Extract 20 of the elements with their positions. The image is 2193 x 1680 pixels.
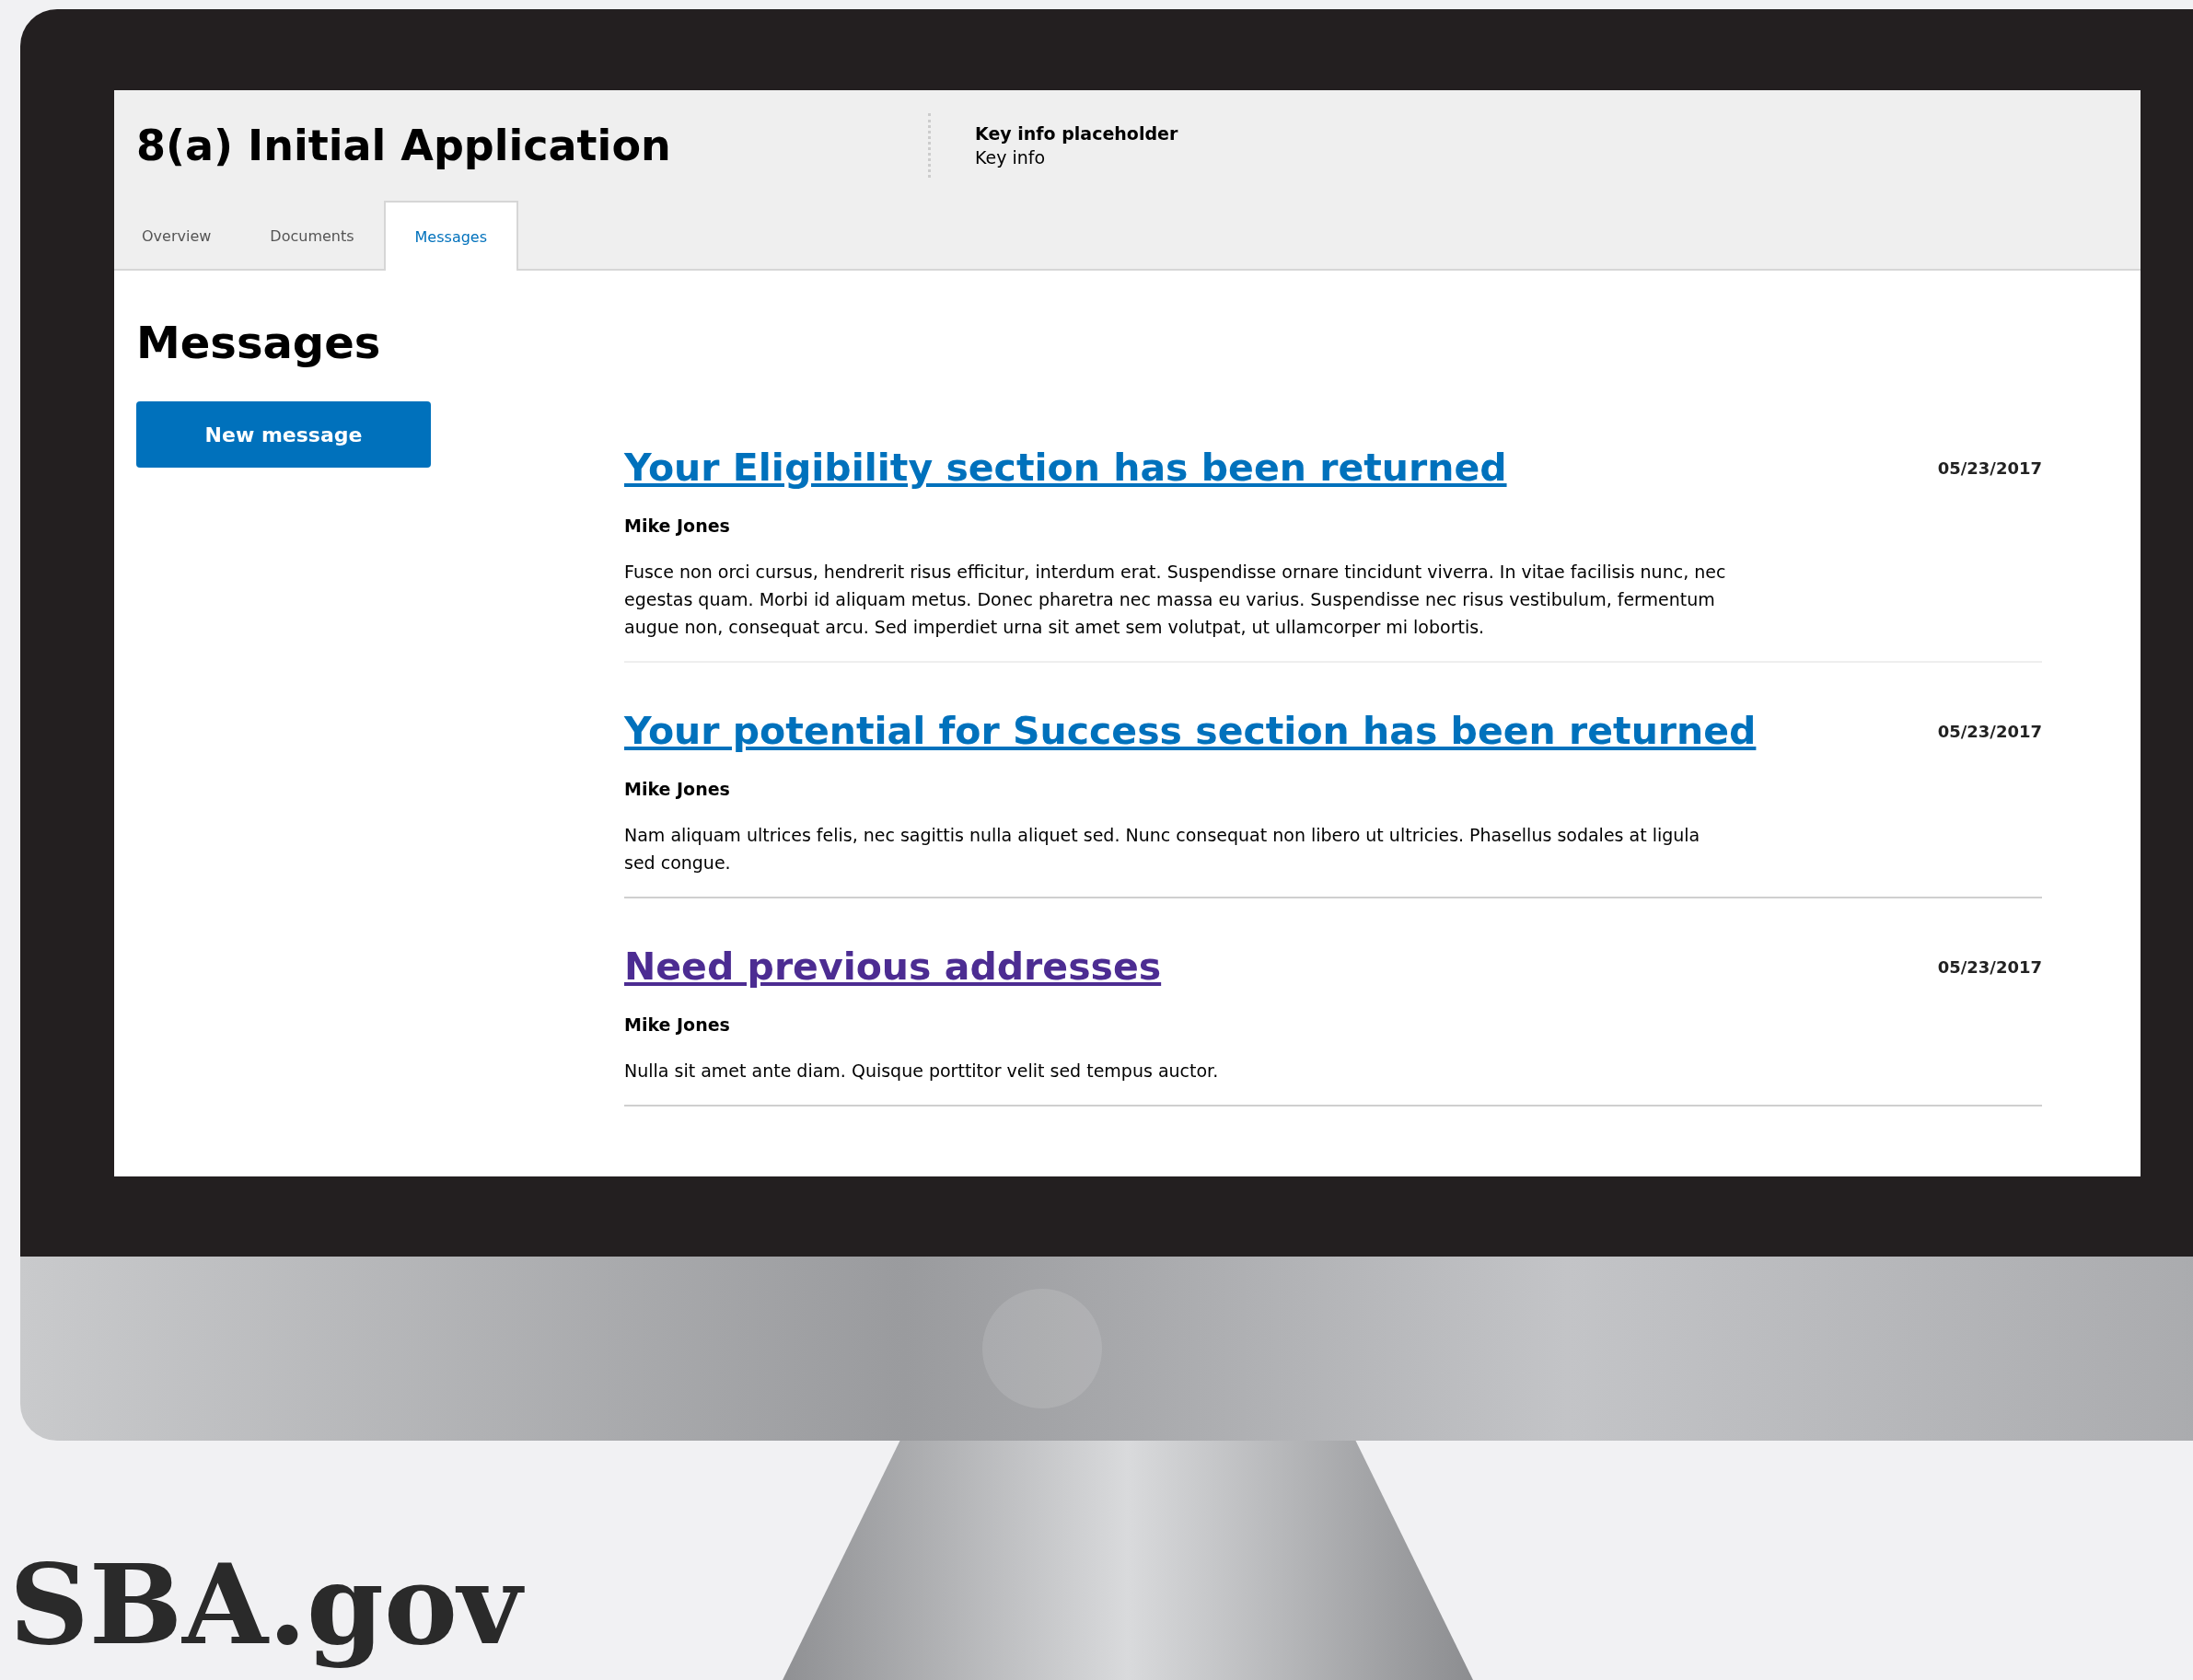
message-author: Mike Jones bbox=[624, 1014, 731, 1035]
message-author: Mike Jones bbox=[624, 516, 731, 536]
tab[interactable]: Messages bbox=[383, 201, 519, 271]
app-title: 8(a) Initial Application bbox=[136, 121, 672, 170]
message-title-link[interactable]: Need previous addresses bbox=[624, 944, 1162, 989]
message-date: 05/23/2017 bbox=[1937, 458, 2042, 478]
page-heading: Messages bbox=[136, 317, 382, 368]
key-info-label: Key info placeholder bbox=[975, 123, 1178, 144]
message-body: Nam aliquam ultrices felis, nec sagittis nulla aliquet sed. Nunc consequat non libero ut ultricies. Phasellus sodales at ligula sed congue. bbox=[624, 824, 1701, 875]
message-author: Mike Jones bbox=[624, 779, 731, 799]
message-body: Fusce non orci cursus, hendrerit risus efficitur, interdum erat. Suspendisse ornare tincidunt viverra. In vitae facilisis nunc, nec egestas quam. Morbi id aliquam metus. Donec pharetra nec massa eu varius. Suspendisse nec risus vestibulum, fermentum augue non, consequat arcu. Sed imperdiet urna sit amet sem volutpat, ut ullamcorper mi lobortis. bbox=[624, 561, 1727, 639]
message-title-link[interactable]: Your Eligibility section has been returned bbox=[624, 446, 1507, 490]
key-info-value: Key info bbox=[975, 147, 1047, 168]
tab[interactable]: Documents bbox=[240, 201, 384, 271]
tab[interactable]: Overview bbox=[136, 201, 241, 271]
message-title-link[interactable]: Your potential for Success section has been returned bbox=[624, 709, 1757, 753]
message-date: 05/23/2017 bbox=[1937, 956, 2042, 977]
new-message-button[interactable]: New message bbox=[136, 401, 431, 468]
message-date: 05/23/2017 bbox=[1937, 721, 2042, 741]
message-body: Nulla sit amet ante diam. Quisque porttitor velit sed tempus auctor. bbox=[624, 1060, 1220, 1083]
